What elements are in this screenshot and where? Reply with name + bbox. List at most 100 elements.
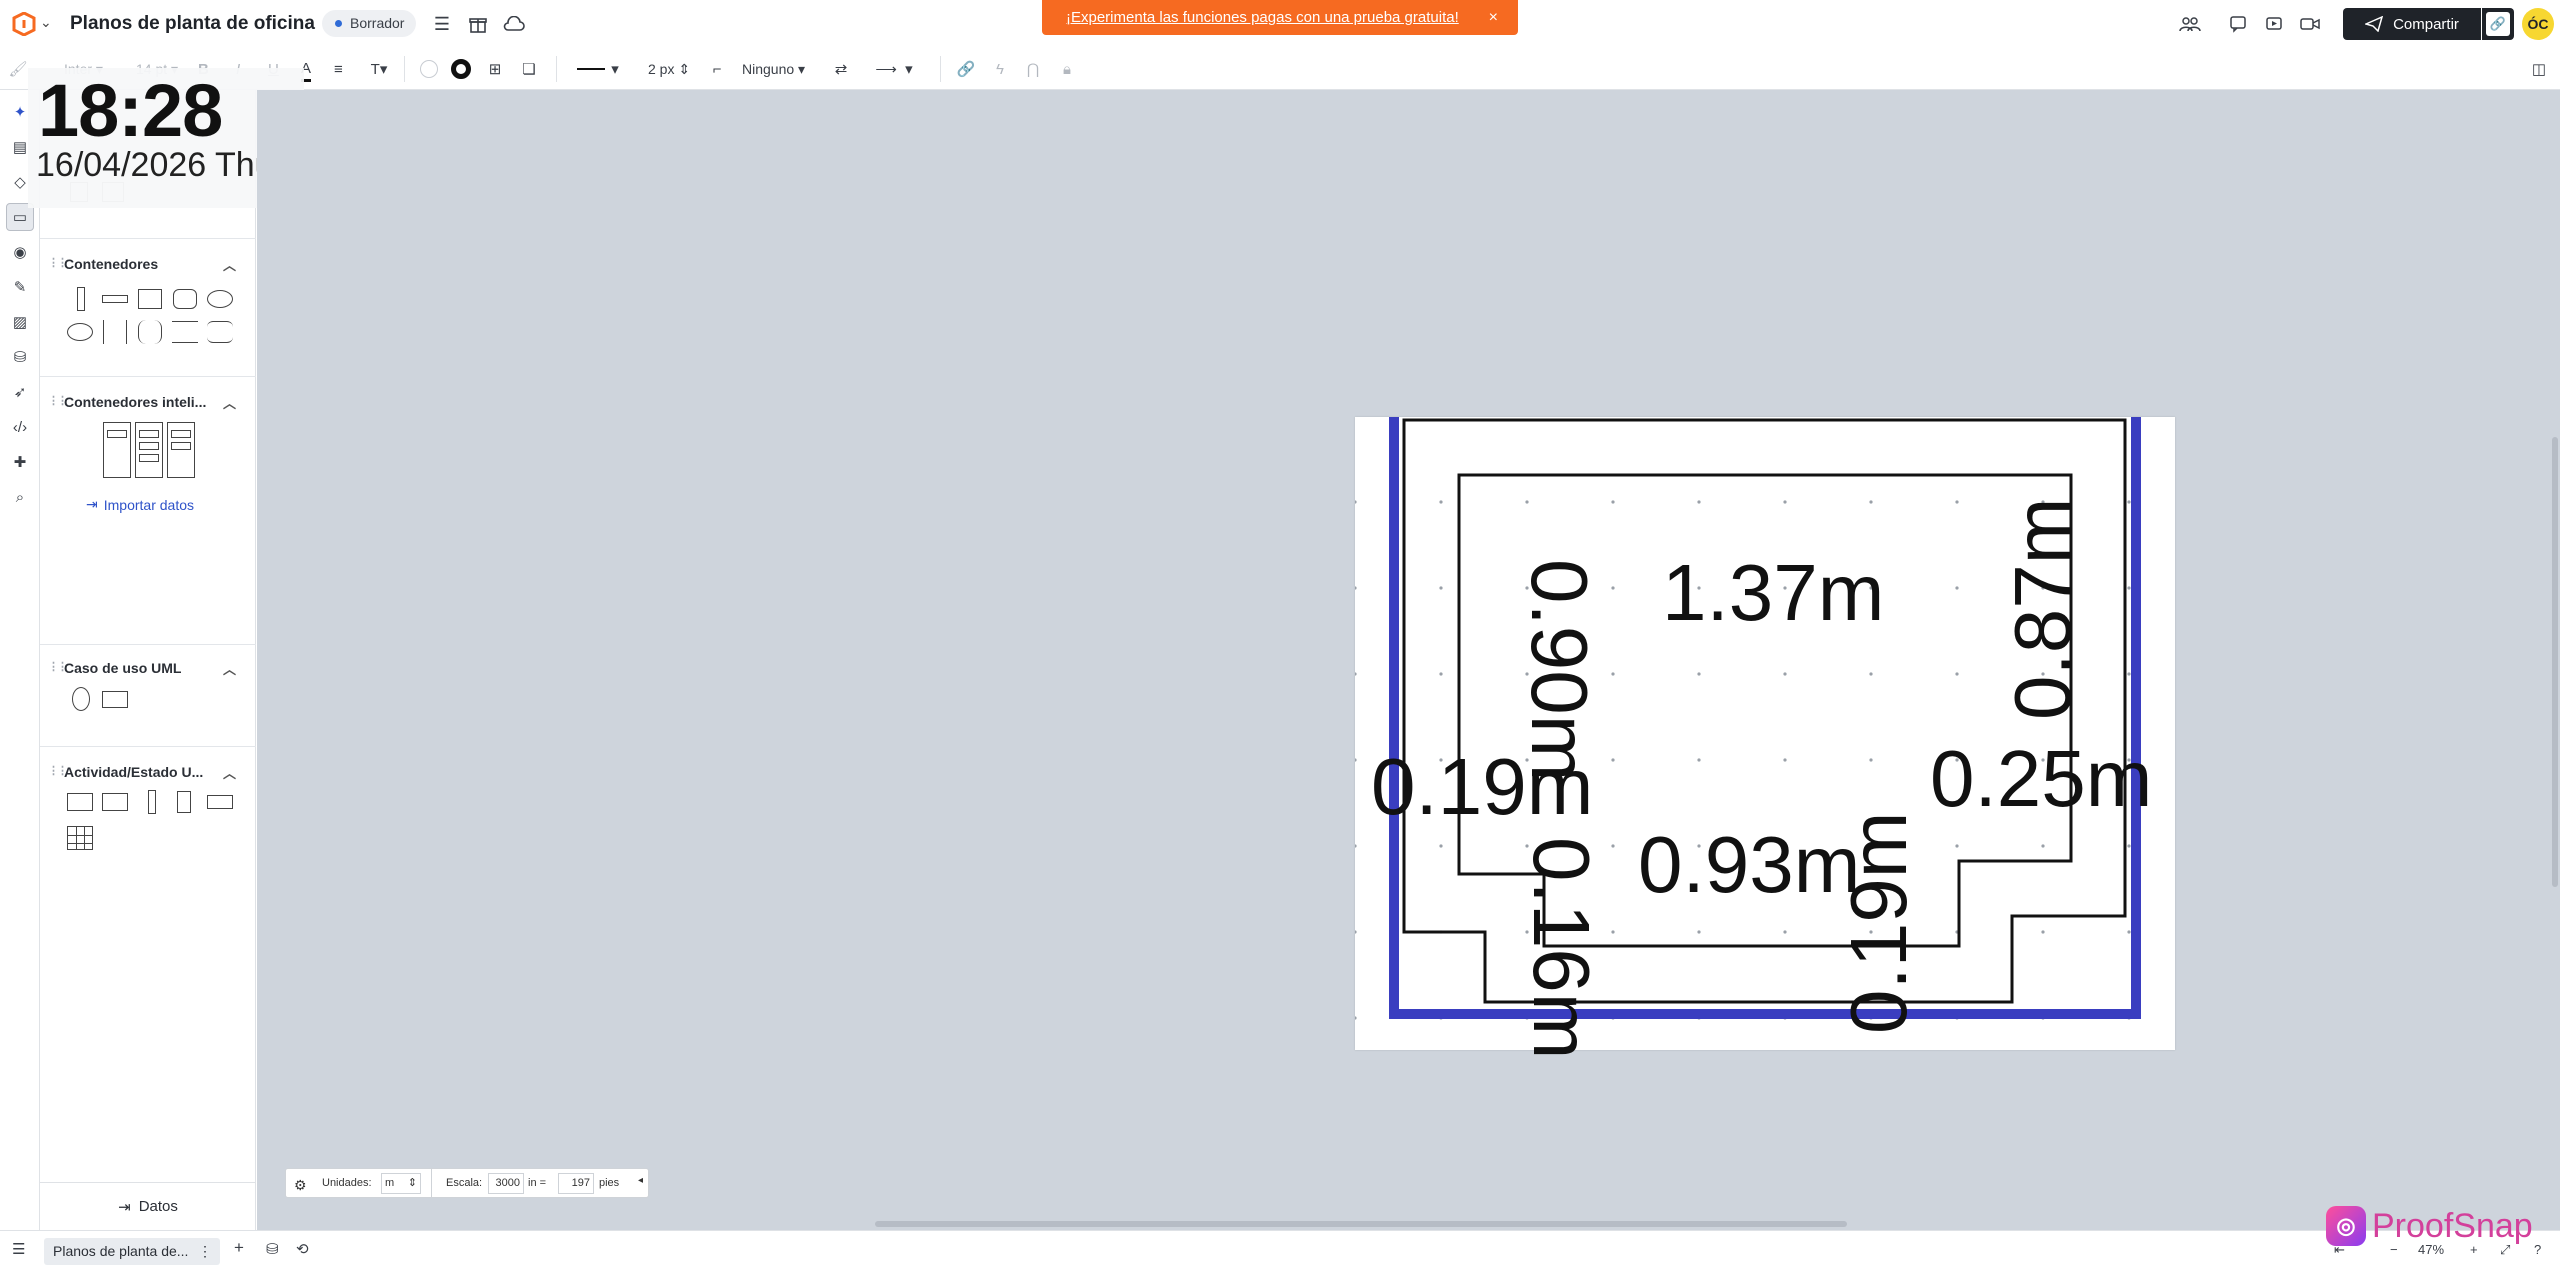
horizontal-bracket-shape[interactable] bbox=[207, 321, 233, 343]
right-panel-toggle-icon[interactable]: ◫ bbox=[2528, 58, 2550, 80]
page-list-icon[interactable]: ☰ bbox=[12, 1240, 25, 1258]
page-tab[interactable]: Planos de planta de... ⋮ bbox=[44, 1238, 220, 1265]
swimlane-pool-shape[interactable] bbox=[177, 791, 191, 813]
line-color-icon[interactable] bbox=[450, 58, 472, 80]
horizontal-scrollbar[interactable] bbox=[875, 1221, 1847, 1227]
horizontal-swimlane-shape[interactable] bbox=[207, 795, 233, 809]
fill-color-icon[interactable] bbox=[418, 58, 440, 80]
layers-icon[interactable]: ⛁ bbox=[266, 1240, 279, 1258]
integrations-icon[interactable]: ✚ bbox=[6, 448, 34, 476]
horizontal-brace-shape[interactable] bbox=[172, 321, 198, 343]
bracket-container-shape[interactable] bbox=[138, 320, 162, 344]
section-header-containers[interactable]: ⋮⋮ Contenedores ︿ bbox=[40, 252, 256, 278]
section-header-uml-activity[interactable]: ⋮⋮ Actividad/Estado U... ︿ bbox=[40, 760, 256, 786]
system-boundary-shape[interactable] bbox=[102, 691, 128, 708]
document-title[interactable]: Planos de planta de oficina bbox=[70, 13, 315, 35]
smart-container-kanban-shape[interactable] bbox=[103, 422, 197, 478]
gift-icon[interactable] bbox=[466, 12, 490, 36]
connector-style-icon[interactable]: ⌐ bbox=[706, 58, 728, 80]
collapse-scale-icon[interactable]: ◂ bbox=[638, 1175, 643, 1186]
border-style-icon[interactable]: ⊞ bbox=[484, 58, 506, 80]
link-icon[interactable]: 🔗 bbox=[956, 58, 976, 80]
import-data-label: Importar datos bbox=[103, 496, 194, 513]
line-end-select[interactable]: ⟶ ▾ bbox=[868, 58, 920, 80]
cloud-saved-icon[interactable] bbox=[502, 12, 526, 36]
vertical-swimlane-shape[interactable] bbox=[148, 790, 156, 814]
fill-icon[interactable]: ◉ bbox=[6, 238, 34, 266]
trial-promo-banner[interactable]: ¡Experimenta las funciones pagas con una… bbox=[1042, 0, 1518, 35]
text-align-icon[interactable]: ≡ bbox=[334, 58, 343, 80]
help-icon[interactable]: ? bbox=[2534, 1242, 2541, 1257]
line-width-select[interactable]: 2 px ⇕ bbox=[648, 58, 690, 80]
format-painter-icon[interactable]: 🖌 bbox=[8, 58, 28, 80]
data-panel-button[interactable]: ⇥ Datos bbox=[40, 1182, 256, 1230]
dimension-label[interactable]: 0.19m bbox=[1834, 812, 1923, 1034]
more-options-icon[interactable]: ⋮ bbox=[198, 1238, 212, 1265]
dimension-label[interactable]: 0.19m bbox=[1371, 747, 1593, 827]
page-tab-label: Planos de planta de... bbox=[53, 1243, 189, 1259]
activity-frame-shape[interactable] bbox=[67, 793, 93, 811]
page-settings-icon[interactable]: ⟲ bbox=[296, 1240, 309, 1258]
magnet-icon[interactable]: ⋂ bbox=[1023, 58, 1043, 80]
line-start-select[interactable]: Ninguno ▾ bbox=[742, 58, 805, 80]
feet-input[interactable]: 197 bbox=[558, 1173, 594, 1194]
close-icon[interactable]: × bbox=[1489, 0, 1498, 35]
circle-container-shape[interactable] bbox=[207, 290, 233, 308]
chevron-up-icon[interactable]: ︿ bbox=[223, 659, 236, 678]
canvas-page[interactable]: 1.37m 0.90m 0.87m 0.19m 0.25m 0.93m 0.16… bbox=[1355, 417, 2175, 1059]
line-width-value: 2 px bbox=[648, 61, 675, 77]
trial-promo-link[interactable]: ¡Experimenta las funciones pagas con una… bbox=[1066, 9, 1459, 26]
link-icon: 🔗 bbox=[2486, 12, 2510, 36]
comments-icon[interactable] bbox=[2226, 12, 2250, 36]
section-header-smart-containers[interactable]: ⋮⋮ Contenedores inteli... ︿ bbox=[40, 390, 256, 416]
draft-status-badge[interactable]: Borrador bbox=[322, 10, 417, 37]
section-header-uml-use-case[interactable]: ⋮⋮ Caso de uso UML ︿ bbox=[40, 656, 256, 682]
swap-arrows-icon[interactable]: ⇄ bbox=[830, 58, 852, 80]
dimension-label[interactable]: 0.16m bbox=[1517, 837, 1606, 1059]
chevron-up-icon[interactable]: ︿ bbox=[223, 393, 236, 412]
activity-state-shape[interactable] bbox=[102, 793, 128, 811]
search-shapes-icon[interactable]: ⌕ bbox=[6, 483, 34, 511]
text-options-button[interactable]: T ▾ bbox=[366, 58, 392, 80]
rectangle-container-shape[interactable] bbox=[138, 289, 162, 309]
draw-icon[interactable]: ✎ bbox=[6, 273, 34, 301]
horizontal-pool-shape[interactable] bbox=[102, 295, 128, 303]
import-data-link[interactable]: ⇥ Importar datos bbox=[86, 496, 194, 513]
scale-input[interactable]: 3000 bbox=[488, 1173, 524, 1194]
present-icon[interactable] bbox=[2262, 12, 2286, 36]
data-icon[interactable]: ⛁ bbox=[6, 343, 34, 371]
swimlane-grid-shape[interactable] bbox=[67, 826, 93, 850]
video-call-icon[interactable] bbox=[2298, 12, 2322, 36]
gear-icon[interactable]: ⚙ bbox=[294, 1177, 307, 1194]
ellipse-container-shape[interactable] bbox=[67, 323, 93, 341]
section-title: Actividad/Estado U... bbox=[64, 764, 204, 780]
rocket-icon[interactable]: ➶ bbox=[6, 378, 34, 406]
units-select[interactable]: m ⇕ bbox=[381, 1173, 421, 1194]
menu-icon[interactable]: ☰ bbox=[430, 12, 454, 36]
brace-container-shape[interactable] bbox=[103, 320, 127, 344]
share-button[interactable]: Compartir bbox=[2343, 8, 2481, 40]
diagram-canvas[interactable]: 1.37m 0.90m 0.87m 0.19m 0.25m 0.93m 0.16… bbox=[257, 90, 2560, 1230]
image-icon[interactable]: ▨ bbox=[6, 308, 34, 336]
dimension-label[interactable]: 0.87m bbox=[1998, 498, 2087, 720]
code-icon[interactable]: ‹/› bbox=[6, 413, 34, 441]
use-case-ellipse-shape[interactable] bbox=[72, 687, 90, 711]
rounded-container-shape[interactable] bbox=[173, 289, 197, 309]
copy-link-button[interactable]: 🔗 bbox=[2482, 8, 2514, 40]
collaborators-icon[interactable] bbox=[2178, 12, 2202, 36]
dimension-label[interactable]: 0.93m bbox=[1638, 825, 1860, 905]
lucid-logo-icon[interactable] bbox=[10, 12, 38, 36]
action-icon[interactable]: ϟ bbox=[990, 58, 1010, 80]
vertical-pool-shape[interactable] bbox=[77, 287, 85, 311]
lock-icon[interactable]: 🔒︎ bbox=[1057, 58, 1077, 80]
user-avatar[interactable]: ÓC bbox=[2522, 8, 2554, 40]
chevron-down-icon[interactable]: ⌄ bbox=[40, 14, 52, 31]
line-style-select[interactable]: ▾ bbox=[574, 58, 622, 80]
vertical-scrollbar[interactable] bbox=[2552, 437, 2558, 887]
chevron-up-icon[interactable]: ︿ bbox=[223, 255, 236, 274]
dimension-label[interactable]: 1.37m bbox=[1662, 553, 1884, 633]
add-page-icon[interactable]: + bbox=[234, 1238, 244, 1258]
dimension-label[interactable]: 0.25m bbox=[1930, 739, 2152, 819]
chevron-up-icon[interactable]: ︿ bbox=[223, 763, 236, 782]
shape-style-icon[interactable]: ❏ bbox=[518, 58, 540, 80]
